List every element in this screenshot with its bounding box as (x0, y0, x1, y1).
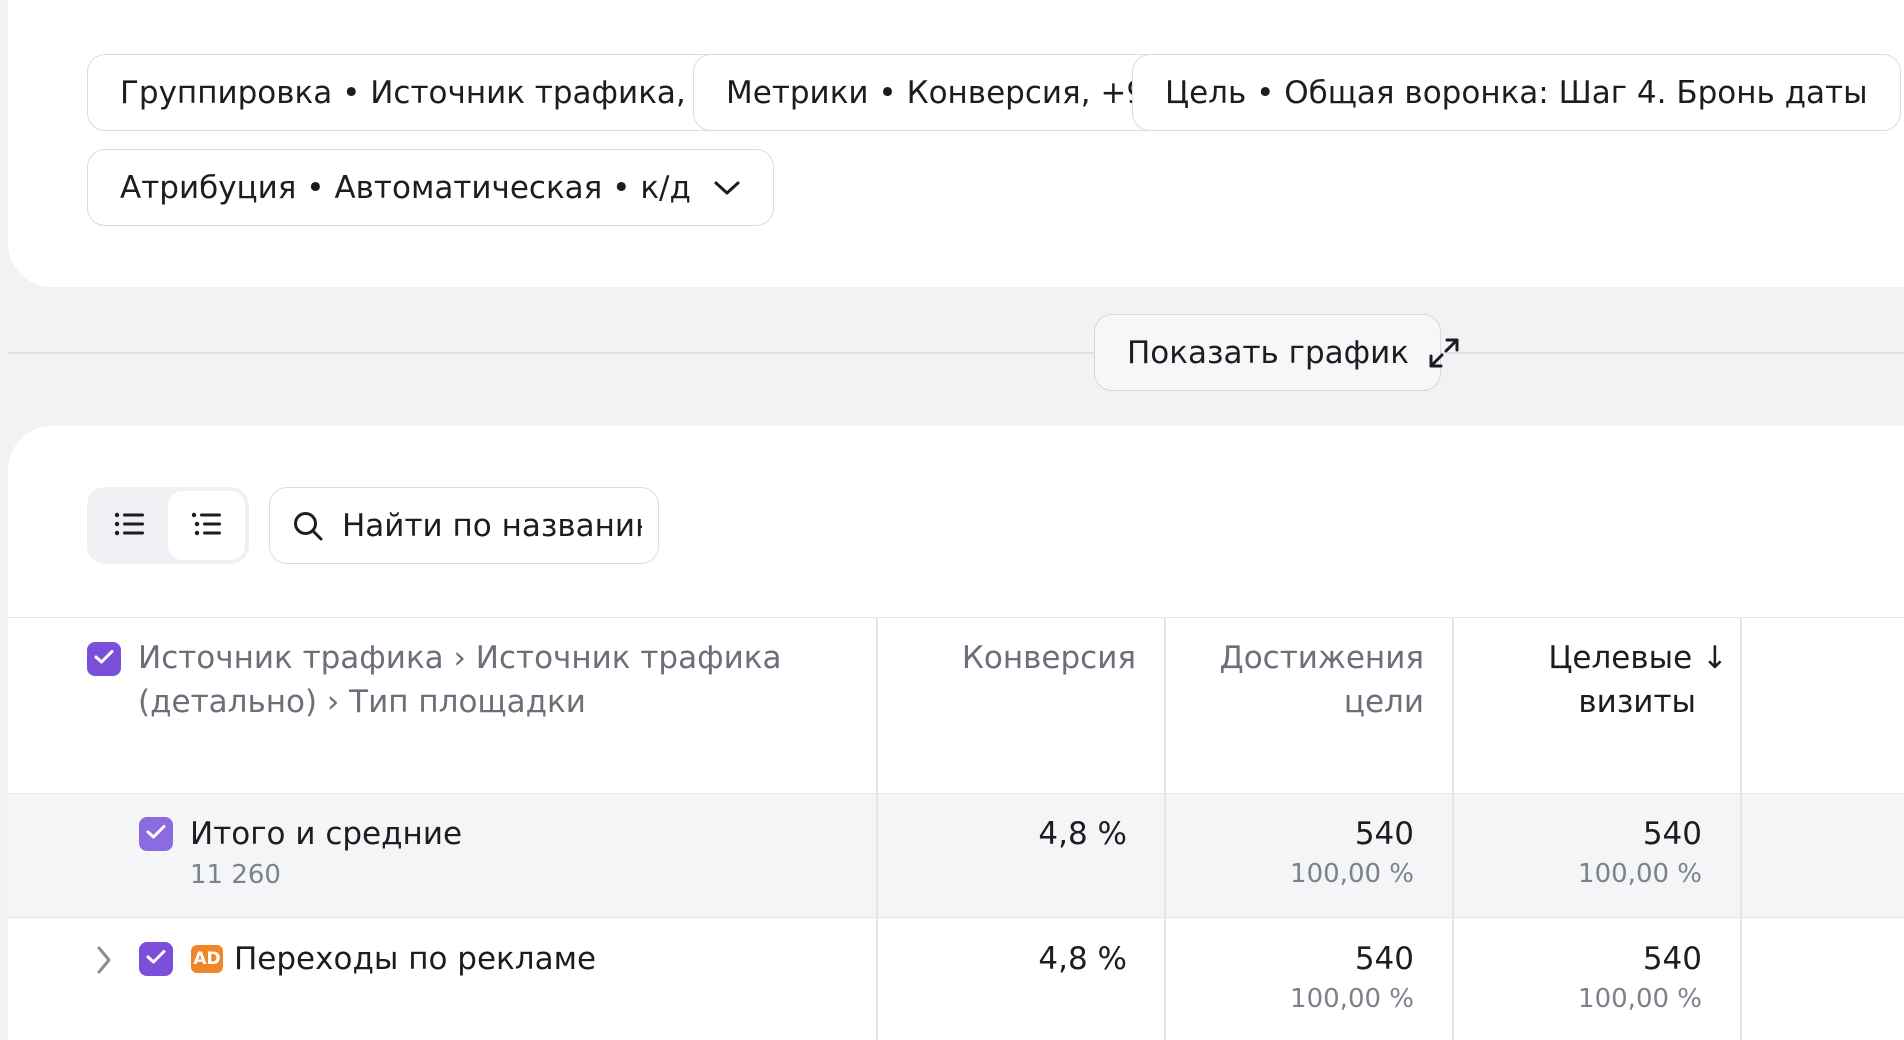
table-header: Источник трафика › Источник трафика (дет… (8, 617, 1904, 793)
table-row-total: Итого и средние 11 260 4,8 % 540 100,00 … (8, 793, 1904, 917)
column-header-goal-reaches[interactable]: Достижения цели (1220, 636, 1425, 724)
goal-chip-label: Цель • Общая воронка: Шаг 4. Бронь даты (1165, 74, 1868, 111)
metrics-chip-label: Метрики • Конверсия, +9 (726, 74, 1147, 111)
column-divider (1740, 794, 1742, 917)
cell-value: 540 (1642, 941, 1702, 977)
column-divider (1740, 918, 1742, 1040)
grouping-chip-label: Группировка • Источник трафика, +2 (120, 74, 742, 111)
view-tree-button[interactable] (168, 491, 245, 560)
search-box (269, 487, 659, 564)
total-conversion: 4,8 % (1038, 814, 1127, 854)
cell-value: 540 (1354, 816, 1414, 852)
cell-percent: 100,00 % (1290, 984, 1414, 1014)
column-divider (1452, 794, 1454, 917)
column-header-target-visits[interactable]: Целевые ↓ визиты (1548, 636, 1728, 724)
column-header-label: Достижения (1219, 640, 1425, 676)
expand-row-chevron-icon[interactable] (94, 944, 114, 980)
cell-percent: 100,00 % (1290, 859, 1414, 889)
column-divider (876, 794, 878, 917)
dimension-header-line2: (детально) › Тип площадки (138, 684, 586, 720)
chevron-down-icon (713, 179, 741, 197)
expand-icon (1427, 336, 1461, 370)
filters-panel: Группировка • Источник трафика, +2 Метри… (8, 0, 1904, 287)
total-target-visits: 540 100,00 % (1578, 814, 1702, 892)
report-table-panel: Источник трафика › Источник трафика (дет… (8, 426, 1904, 1040)
table-row[interactable]: AD Переходы по рекламе 4,8 % 540 100,00 … (8, 917, 1904, 1040)
show-chart-button[interactable]: Показать график (1094, 314, 1459, 391)
show-chart-label: Показать график (1127, 334, 1409, 371)
report-table: Источник трафика › Источник трафика (дет… (8, 617, 1904, 1040)
column-header-label: цели (1343, 684, 1424, 720)
column-header-label: Целевые ↓ (1548, 640, 1728, 676)
tree-list-icon (191, 511, 223, 541)
check-icon (145, 948, 167, 970)
metrics-chip[interactable]: Метрики • Конверсия, +9 (693, 54, 1180, 131)
row-label: Переходы по рекламе (234, 941, 597, 977)
total-label: Итого и средние (190, 816, 463, 852)
report-page: Группировка • Источник трафика, +2 Метри… (0, 0, 1904, 1040)
search-icon (292, 510, 324, 542)
cell-value: 4,8 % (1038, 941, 1127, 977)
check-icon (145, 823, 167, 845)
cell-value: 4,8 % (1038, 816, 1127, 852)
column-divider (1164, 918, 1166, 1040)
column-divider (876, 918, 878, 1040)
view-flat-button[interactable] (91, 491, 168, 560)
select-all-checkbox[interactable] (87, 642, 121, 676)
divider (8, 352, 1904, 354)
cell-percent: 100,00 % (1578, 984, 1702, 1014)
column-header-label: визиты (1578, 684, 1696, 720)
row-conversion: 4,8 % (1038, 939, 1127, 979)
column-divider (876, 618, 878, 793)
cell-value: 540 (1642, 816, 1702, 852)
column-divider (1452, 918, 1454, 1040)
column-divider (1164, 618, 1166, 793)
row-checkbox[interactable] (139, 817, 173, 851)
attribution-chip[interactable]: Атрибуция • Автоматическая • к/д (87, 149, 774, 226)
total-goal-reaches: 540 100,00 % (1290, 814, 1414, 892)
list-icon (114, 511, 146, 541)
ad-badge-icon: AD (191, 945, 223, 973)
cell-value: 540 (1354, 941, 1414, 977)
dimension-header[interactable]: Источник трафика › Источник трафика (дет… (138, 636, 781, 724)
grouping-chip[interactable]: Группировка • Источник трафика, +2 (87, 54, 775, 131)
row-target-visits: 540 100,00 % (1578, 939, 1702, 1017)
goal-chip[interactable]: Цель • Общая воронка: Шаг 4. Бронь даты (1132, 54, 1901, 131)
view-toggle (87, 487, 249, 564)
column-header-label: Конверсия (961, 640, 1136, 676)
column-divider (1452, 618, 1454, 793)
column-divider (1740, 618, 1742, 793)
row-checkbox[interactable] (139, 942, 173, 976)
column-header-conversion[interactable]: Конверсия (962, 636, 1136, 680)
dimension-header-line1: Источник трафика › Источник трафика (138, 640, 782, 676)
column-divider (1164, 794, 1166, 917)
attribution-chip-label: Атрибуция • Автоматическая • к/д (120, 169, 691, 206)
check-icon (93, 648, 115, 670)
row-goal-reaches: 540 100,00 % (1290, 939, 1414, 1017)
total-visits: 11 260 (190, 860, 281, 890)
cell-percent: 100,00 % (1578, 859, 1702, 889)
search-input[interactable] (342, 507, 642, 544)
